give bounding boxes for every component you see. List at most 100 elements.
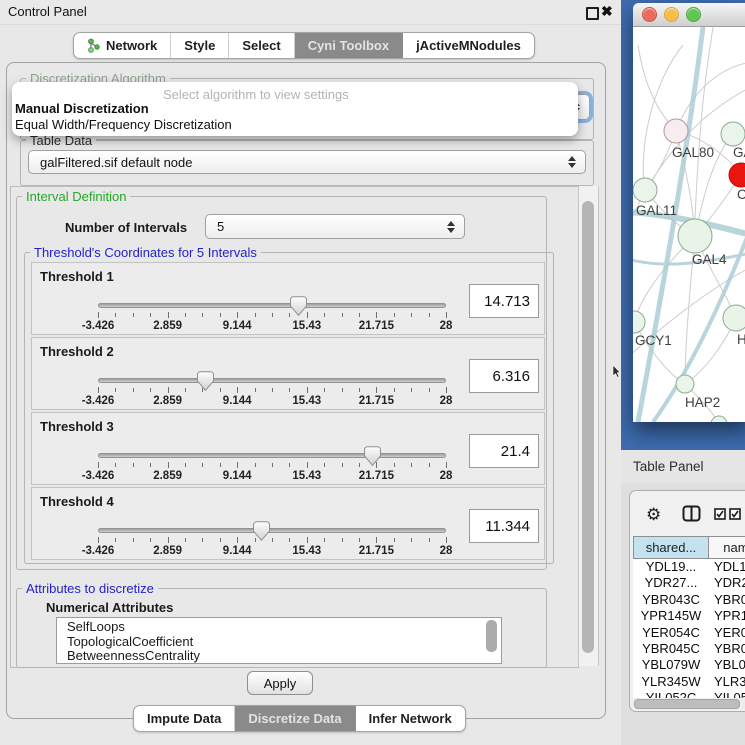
slider-tick (429, 538, 430, 542)
slider-track[interactable] (98, 378, 446, 383)
tab-jactivemnodules[interactable]: jActiveMNodules (403, 33, 534, 58)
cell-shared-name: YER054C (633, 625, 709, 642)
slider-tick (307, 537, 308, 543)
algorithm-option[interactable]: Manual Discretization (15, 101, 149, 116)
slider-tick (237, 312, 238, 318)
algorithm-option[interactable]: Equal Width/Frequency Discretization (15, 117, 232, 132)
attribute-list-item[interactable]: SelfLoops (67, 620, 501, 635)
slider-tick (411, 313, 412, 317)
table-row[interactable]: YBR043CYBR043C (633, 592, 745, 609)
slider-track[interactable] (98, 528, 446, 533)
slider-tick (168, 462, 169, 468)
network-node[interactable] (723, 305, 745, 331)
cell-name: YBL079W (709, 657, 745, 674)
cell-name: YER054C (709, 625, 745, 642)
slider-thumb[interactable] (364, 446, 381, 466)
attribute-list-scrollbar-thumb[interactable] (486, 620, 497, 652)
cell-name: YPR145W (709, 608, 745, 625)
network-window-titlebar[interactable] (633, 3, 745, 27)
table-row[interactable]: YIL052CYIL052C (633, 690, 745, 698)
slider-track[interactable] (98, 303, 446, 308)
network-node[interactable] (721, 122, 745, 146)
slider-tick (394, 388, 395, 392)
slider-thumb[interactable] (253, 521, 270, 541)
threshold-value-field[interactable]: 6.316 (469, 359, 539, 393)
table-row[interactable]: YLR345WYLR345W (633, 674, 745, 691)
network-node[interactable] (678, 219, 712, 253)
checkbox-icon[interactable] (714, 508, 727, 520)
minimize-light[interactable] (664, 7, 679, 22)
cell-shared-name: YIL052C (633, 690, 709, 698)
threshold-value-field[interactable]: 11.344 (469, 509, 539, 543)
top-tab-bar: NetworkStyleSelectCyni ToolboxjActiveMNo… (73, 32, 535, 59)
tab-impute-data[interactable]: Impute Data (134, 706, 235, 731)
slider-tick (237, 387, 238, 393)
close-light[interactable] (642, 7, 657, 22)
network-node[interactable] (633, 311, 645, 333)
slider-tick (394, 538, 395, 542)
table-row[interactable]: YDL19...YDL19... (633, 559, 745, 576)
slider-tick (359, 463, 360, 467)
table-row[interactable]: YBR045CYBR045C (633, 641, 745, 658)
threshold-value-field[interactable]: 21.4 (469, 434, 539, 468)
threshold-panel: Threshold 4-3.4262.8599.14415.4321.71528… (31, 487, 545, 560)
table-row[interactable]: YDR27...YDR27... (633, 575, 745, 592)
node-label: H (737, 332, 745, 347)
tab-infer-network[interactable]: Infer Network (356, 706, 465, 731)
mouse-cursor (612, 365, 621, 378)
slider-tick-label: 28 (440, 320, 453, 332)
vertical-scrollbar-thumb[interactable] (582, 201, 594, 653)
tab-style[interactable]: Style (171, 33, 229, 58)
checkbox-icon[interactable] (729, 508, 742, 520)
slider-tick (272, 313, 273, 317)
network-view-window[interactable]: GAL80GACGAL11GAL4GCY1HHAP2 (633, 3, 745, 422)
slider-tick (115, 388, 116, 392)
column-header[interactable]: name (709, 536, 745, 559)
tab-label: Impute Data (147, 711, 221, 726)
slider-thumb[interactable] (197, 371, 214, 391)
slider-tick (342, 313, 343, 317)
slider-tick (98, 462, 99, 468)
tab-label: Infer Network (369, 711, 452, 726)
slider-tick (272, 538, 273, 542)
table-row[interactable]: YER054CYER054C (633, 625, 745, 642)
network-canvas[interactable]: GAL80GACGAL11GAL4GCY1HHAP2 (633, 27, 745, 422)
table-row[interactable]: YBL079WYBL079W (633, 657, 745, 674)
tab-select[interactable]: Select (229, 33, 294, 58)
slider-track[interactable] (98, 453, 446, 458)
close-icon[interactable]: ✖ (601, 3, 613, 20)
number-of-intervals-combo[interactable]: 5 (205, 214, 465, 239)
horizontal-scrollbar-thumb[interactable] (634, 699, 740, 709)
slider-tick-label: 2.859 (153, 470, 182, 482)
zoom-light[interactable] (686, 7, 701, 22)
attribute-list-item[interactable]: TopologicalCoefficient (67, 635, 501, 650)
cell-name: YLR345W (709, 674, 745, 691)
attribute-list-item[interactable]: BetweennessCentrality (67, 649, 501, 664)
tab-discretize-data[interactable]: Discretize Data (235, 706, 355, 731)
table-data-combo[interactable]: galFiltered.sif default node (28, 150, 586, 174)
apply-button[interactable]: Apply (247, 671, 313, 695)
slider-tick (359, 538, 360, 542)
slider-tick (272, 388, 273, 392)
slider-tick (411, 463, 412, 467)
network-node[interactable] (711, 416, 727, 422)
vertical-scrollbar[interactable] (578, 186, 599, 666)
numerical-attributes-list[interactable]: SelfLoopsTopologicalCoefficientBetweenne… (56, 617, 502, 664)
horizontal-scrollbar[interactable] (632, 698, 745, 709)
cell-shared-name: YPR145W (633, 608, 709, 625)
tab-network[interactable]: Network (74, 33, 171, 58)
table-row[interactable]: YPR145WYPR145W (633, 608, 745, 625)
network-node[interactable] (676, 375, 694, 393)
threshold-value-field[interactable]: 14.713 (469, 284, 539, 318)
threshold-panel: Threshold 3-3.4262.8599.14415.4321.71528… (31, 412, 545, 485)
tab-cyni-toolbox[interactable]: Cyni Toolbox (295, 33, 403, 58)
split-columns-icon[interactable] (682, 505, 701, 522)
network-node[interactable] (633, 178, 657, 202)
slider-tick (255, 388, 256, 392)
slider-thumb[interactable] (290, 296, 307, 316)
network-node[interactable] (729, 163, 745, 187)
network-node[interactable] (664, 119, 688, 143)
float-window-icon[interactable] (586, 7, 599, 20)
column-header[interactable]: shared... (633, 536, 709, 559)
gear-icon[interactable]: ⚙ (646, 505, 661, 525)
